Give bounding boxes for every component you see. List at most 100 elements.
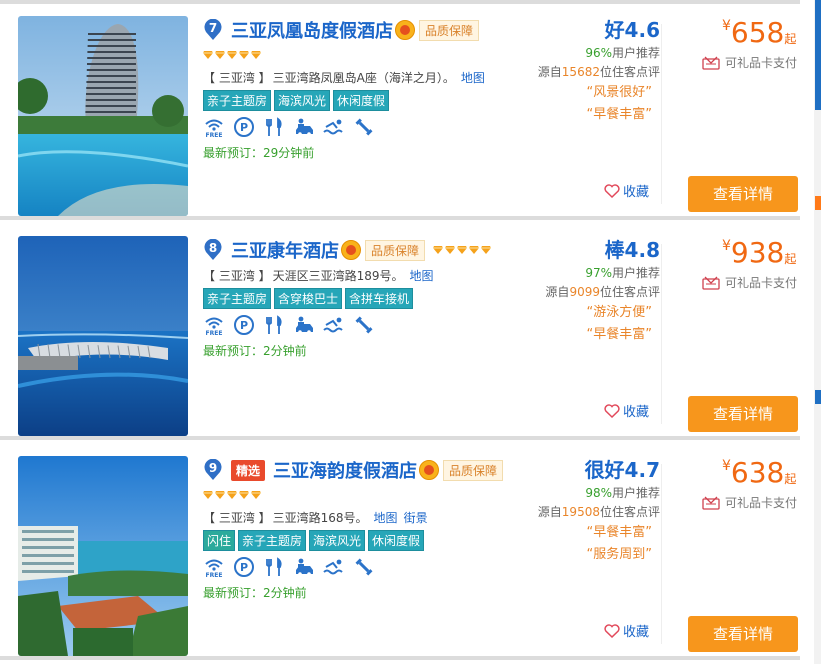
svg-text:P: P xyxy=(240,319,248,332)
reviews-suffix: 位住客点评 xyxy=(599,285,660,299)
view-details-button[interactable]: 查看详情 xyxy=(688,616,798,652)
view-details-button[interactable]: 查看详情 xyxy=(688,396,798,432)
map-link[interactable]: 地图 xyxy=(374,509,398,526)
rank-number: 7 xyxy=(208,21,218,35)
swimming-icon xyxy=(323,556,345,578)
reviews-prefix: 源自 xyxy=(537,65,562,79)
price-currency: ¥ xyxy=(722,458,731,474)
gift-card-icon xyxy=(702,56,720,70)
swimming-icon xyxy=(323,116,345,138)
edge-scroll-marker xyxy=(815,0,821,110)
review-count[interactable]: 源自15682位住客点评 xyxy=(520,62,660,82)
hotel-feature-tag: 休闲度假 xyxy=(333,89,390,111)
wifi-free-icon: FREE xyxy=(203,556,225,578)
reviews-suffix: 位住客点评 xyxy=(599,505,660,519)
address-text: 三亚湾路凤凰岛A座（海洋之月）。 xyxy=(272,70,455,85)
street-view-link[interactable]: 街景 xyxy=(404,509,428,526)
rank-marker-icon: 8 xyxy=(203,239,223,261)
favorite-button[interactable]: 收藏 xyxy=(604,621,649,640)
price-block: ¥ 638 起 可礼品卡支付 xyxy=(686,456,798,511)
fitness-icon xyxy=(353,556,375,578)
quality-badge: 品质保障 xyxy=(443,459,504,481)
map-link[interactable]: 地图 xyxy=(410,267,434,284)
hotel-photo[interactable] xyxy=(18,236,188,436)
restaurant-icon xyxy=(263,556,285,578)
favorite-button[interactable]: 收藏 xyxy=(604,181,649,200)
review-score[interactable]: 很好4.7 xyxy=(520,456,660,484)
review-count[interactable]: 源自19508位住客点评 xyxy=(520,502,660,522)
reviews-count-number: 19508 xyxy=(561,505,600,519)
address-text: 三亚湾路168号。 xyxy=(272,510,368,525)
hotel-feature-tag: 含拼车接机 xyxy=(345,287,414,309)
diamond-rating xyxy=(203,491,261,499)
hotel-photo[interactable] xyxy=(18,456,188,656)
recommend-percent: 96% xyxy=(585,46,612,60)
area-link[interactable]: 【 三亚湾 】 xyxy=(203,267,271,284)
reviews-prefix: 源自 xyxy=(545,285,570,299)
hotel-feature-tag: 海滨风光 xyxy=(274,89,331,111)
area-link[interactable]: 【 三亚湾 】 xyxy=(203,509,271,526)
wifi-free-icon: FREE xyxy=(203,314,225,336)
favorite-button[interactable]: 收藏 xyxy=(604,401,649,420)
restaurant-icon xyxy=(263,116,285,138)
hotel-feature-tag: 亲子主题房 xyxy=(203,287,272,309)
hotel-feature-tag: 海滨风光 xyxy=(309,529,366,551)
review-quote: “风景很好” xyxy=(586,85,652,100)
hotel-feature-tag: 闪住 xyxy=(203,529,236,551)
price-currency: ¥ xyxy=(722,18,731,34)
hotel-name-link[interactable]: 三亚海韵度假酒店 xyxy=(273,457,417,483)
gold-medal-icon xyxy=(395,20,415,40)
column-divider xyxy=(661,244,662,424)
wifi-free-icon: FREE xyxy=(203,116,225,138)
recommend-text: 用户推荐 xyxy=(611,486,660,500)
review-quote: “早餐丰富” xyxy=(586,525,652,540)
rank-marker-icon: 7 xyxy=(203,19,223,41)
hotel-card: 9 精选 三亚海韵度假酒店 品质保障 【 三亚湾 】 三亚湾路168号。 地图 … xyxy=(0,444,800,660)
gold-medal-icon xyxy=(341,240,361,260)
review-score[interactable]: 好4.6 xyxy=(520,16,660,44)
svg-text:P: P xyxy=(240,561,248,574)
column-divider xyxy=(661,464,662,644)
hotel-feature-tag: 休闲度假 xyxy=(368,529,425,551)
hotel-photo[interactable] xyxy=(18,16,188,216)
price-suffix: 起 xyxy=(784,32,797,46)
favorite-label: 收藏 xyxy=(623,185,650,200)
gold-medal-icon xyxy=(419,460,440,480)
edge-marker xyxy=(815,196,821,210)
hotel-card: 8 三亚康年酒店 品质保障 【 三亚湾 】 天涯区三亚湾路189号。 地图 亲子… xyxy=(0,224,800,440)
price-amount: 638 xyxy=(730,456,785,489)
hotel-name-link[interactable]: 三亚凤凰岛度假酒店 xyxy=(231,17,393,43)
price-suffix: 起 xyxy=(784,252,797,266)
car-service-icon xyxy=(293,314,315,336)
price-amount: 658 xyxy=(730,16,785,49)
price-block: ¥ 938 起 可礼品卡支付 xyxy=(686,236,798,291)
swimming-icon xyxy=(323,314,345,336)
review-score[interactable]: 棒4.8 xyxy=(520,236,660,264)
fitness-icon xyxy=(353,314,375,336)
column-divider xyxy=(661,24,662,204)
review-quote: “服务周到” xyxy=(586,547,652,562)
svg-text:P: P xyxy=(240,121,248,134)
recent-booking: 最新预订：29分钟前 xyxy=(203,145,315,160)
price: ¥ 638 起 xyxy=(686,456,798,490)
hotel-name-link[interactable]: 三亚康年酒店 xyxy=(231,237,339,263)
view-details-button[interactable]: 查看详情 xyxy=(688,176,798,212)
giftcard-payment: 可礼品卡支付 xyxy=(702,494,798,511)
area-link[interactable]: 【 三亚湾 】 xyxy=(203,69,271,86)
car-service-icon xyxy=(293,556,315,578)
hotel-feature-tag: 亲子主题房 xyxy=(203,89,272,111)
map-link[interactable]: 地图 xyxy=(461,69,485,86)
hotel-feature-tag: 亲子主题房 xyxy=(238,529,307,551)
gift-card-icon xyxy=(702,496,720,510)
diamond-rating xyxy=(203,51,261,59)
review-quote: “早餐丰富” xyxy=(586,327,652,342)
wifi-free-label: FREE xyxy=(206,330,223,336)
reviews-suffix: 位住客点评 xyxy=(599,65,660,79)
giftcard-label: 可礼品卡支付 xyxy=(725,276,798,290)
rank-marker-icon: 9 xyxy=(203,459,223,481)
address-text: 天涯区三亚湾路189号。 xyxy=(272,268,404,283)
review-count[interactable]: 源自9099位住客点评 xyxy=(520,282,660,302)
car-service-icon xyxy=(293,116,315,138)
giftcard-payment: 可礼品卡支付 xyxy=(702,274,798,291)
recent-booking: 最新预订：2分钟前 xyxy=(203,585,307,600)
